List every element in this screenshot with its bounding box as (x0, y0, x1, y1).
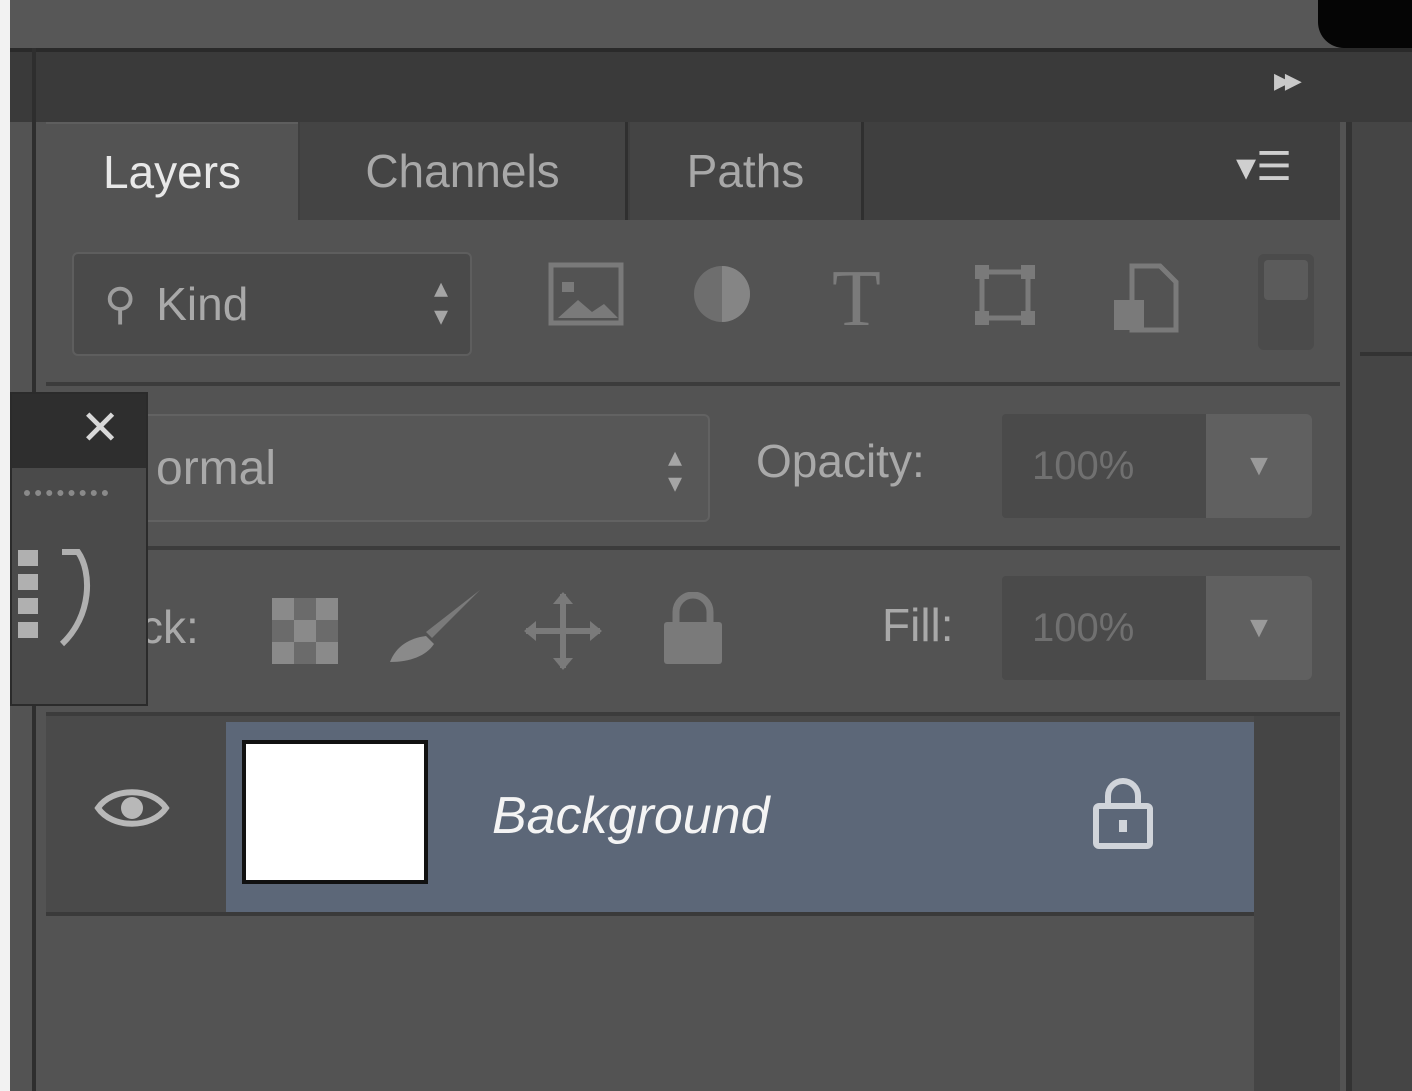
blend-mode-label: ormal (156, 441, 277, 495)
tab-layers-label: Layers (102, 146, 242, 198)
panel-grip-handle[interactable] (24, 490, 108, 508)
opacity-dropdown-button[interactable]: ▼ (1206, 414, 1312, 518)
opacity-input[interactable]: 100% (1002, 414, 1206, 518)
tab-channels[interactable]: Channels (300, 122, 628, 220)
divider (46, 382, 1340, 386)
tab-channels-label: Channels (365, 145, 560, 197)
type-glyph: T (832, 255, 881, 343)
filter-kind-label: Kind (156, 278, 249, 330)
tab-layers[interactable]: Layers (46, 122, 298, 220)
lock-position-icon[interactable] (522, 590, 604, 687)
floating-panel-header[interactable] (12, 394, 146, 468)
close-icon[interactable]: ✕ (80, 400, 120, 456)
smart-object-filter-icon[interactable] (1110, 262, 1180, 348)
photoshop-workspace: ▶▶ Layers Channels Paths ▾☰ ⚲ Kind ▴ ▾ T … (0, 0, 1412, 1091)
opacity-value: 100% (1032, 443, 1135, 488)
history-panel-icon[interactable] (18, 544, 100, 668)
left-window-border (0, 0, 10, 1091)
select-arrows-icon: ▴ ▾ (667, 441, 682, 498)
shape-layer-filter-icon[interactable] (972, 262, 1038, 342)
lock-transparent-pixels-icon[interactable] (272, 598, 338, 679)
tab-paths-label: Paths (686, 145, 805, 197)
chevron-down-icon: ▼ (1244, 611, 1274, 644)
chevron-down-icon: ▼ (1244, 449, 1274, 482)
filter-kind-select[interactable]: ⚲ Kind ▴ ▾ (72, 252, 472, 356)
panel-menu-icon[interactable]: ▾☰ (1236, 144, 1292, 190)
opacity-label: Opacity: (756, 435, 925, 487)
filter-toggle-knob (1264, 260, 1308, 300)
floating-history-panel: ✕ (10, 392, 148, 706)
eye-icon[interactable] (94, 772, 170, 848)
layer-name[interactable]: Background (492, 786, 770, 846)
layer-locked-icon[interactable] (1092, 776, 1154, 868)
lock-all-icon[interactable] (660, 591, 726, 681)
layer-thumbnail[interactable] (242, 740, 428, 884)
type-layer-filter-icon[interactable]: T (832, 254, 881, 345)
lock-image-pixels-icon[interactable] (386, 586, 486, 681)
panel-dock-header (0, 48, 1412, 122)
fill-dropdown-button[interactable]: ▼ (1206, 576, 1312, 680)
blend-mode-select[interactable]: ormal ▴ ▾ (110, 414, 710, 522)
divider (46, 546, 1340, 550)
layers-scroll-gutter[interactable] (1254, 716, 1340, 1091)
tab-paths[interactable]: Paths (630, 122, 864, 220)
fill-value: 100% (1032, 605, 1135, 650)
application-top-strip (0, 0, 1412, 48)
filter-toggle-switch[interactable] (1258, 254, 1314, 350)
fill-label: Fill: (882, 599, 954, 651)
select-arrows-icon: ▴ ▾ (433, 272, 448, 331)
window-corner (1318, 0, 1412, 48)
lock-label: ck: (140, 601, 199, 653)
pixel-layer-filter-icon[interactable] (548, 262, 624, 340)
double-chevron-right-icon[interactable]: ▶▶ (1274, 68, 1302, 94)
adjustment-layer-filter-icon[interactable] (690, 262, 754, 340)
fill-input[interactable]: 100% (1002, 576, 1206, 680)
right-dock-area (1346, 122, 1412, 1091)
search-icon: ⚲ (104, 279, 137, 329)
right-dock-divider (1360, 352, 1412, 356)
layers-list-empty-area (46, 916, 1254, 1091)
